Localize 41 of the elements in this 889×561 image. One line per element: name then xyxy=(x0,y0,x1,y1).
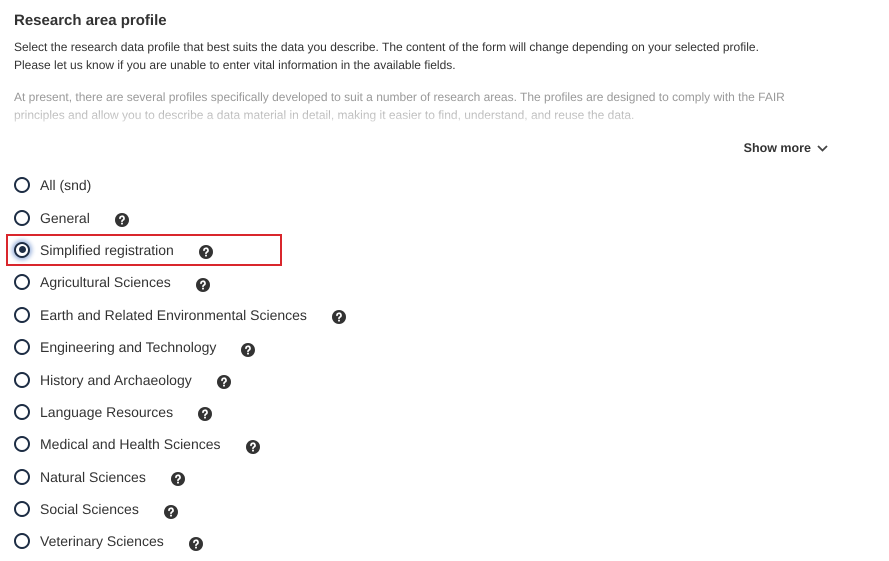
radio-label[interactable]: All (snd) xyxy=(40,177,92,194)
radio-label[interactable]: Earth and Related Environmental Sciences xyxy=(40,306,307,323)
help-icon[interactable] xyxy=(196,278,210,292)
radio-label[interactable]: Social Sciences xyxy=(40,501,139,518)
radio-button[interactable] xyxy=(14,177,30,194)
help-icon[interactable] xyxy=(241,342,256,357)
radio-button[interactable] xyxy=(14,436,30,452)
help-icon[interactable] xyxy=(170,472,185,486)
help-icon[interactable] xyxy=(114,213,129,228)
help-icon[interactable] xyxy=(198,245,213,260)
radio-button[interactable] xyxy=(14,533,30,550)
radio-button[interactable] xyxy=(14,339,30,356)
help-icon[interactable] xyxy=(198,407,212,422)
help-icon[interactable] xyxy=(164,504,178,519)
description-text: Select the research data profile that best suits the data you describe. The content of the form will change depending on your selected profile. xyxy=(14,39,760,56)
radio-label[interactable]: General xyxy=(40,210,90,226)
collapsed-text: At present, there are several profiles specifically developed to suit a number of research areas. The profiles are designed to comply with the FAIR principles and allow you to describe a data material in detail, making it easier to find, understand, and reuse the data. xyxy=(14,89,786,124)
radio-label[interactable]: Engineering and Technology xyxy=(40,339,216,356)
radio-button[interactable] xyxy=(14,210,30,226)
radio-button[interactable] xyxy=(14,468,30,485)
show-more-button[interactable]: Show more xyxy=(744,141,828,155)
radio-button[interactable] xyxy=(14,404,30,420)
radio-label[interactable]: Simplified registration xyxy=(40,242,174,258)
section-title: Research area profile xyxy=(14,12,168,29)
help-icon[interactable] xyxy=(216,375,231,390)
radio-label[interactable]: Agricultural Sciences xyxy=(40,274,171,290)
description-text: Please let us know if you are unable to enter vital information in the available fields. xyxy=(14,57,457,74)
radio-button[interactable] xyxy=(14,274,30,290)
radio-button[interactable] xyxy=(14,501,30,518)
radio-label[interactable]: Medical and Health Sciences xyxy=(40,436,221,452)
help-icon[interactable] xyxy=(188,536,203,551)
radio-button[interactable] xyxy=(14,242,30,258)
radio-button[interactable] xyxy=(14,372,30,388)
radio-button[interactable] xyxy=(14,306,30,323)
radio-label[interactable]: History and Archaeology xyxy=(40,372,192,388)
radio-label[interactable]: Natural Sciences xyxy=(40,468,146,485)
radio-label[interactable]: Veterinary Sciences xyxy=(40,533,164,550)
help-icon[interactable] xyxy=(246,440,260,454)
help-icon[interactable] xyxy=(332,310,346,324)
chevron-down-icon xyxy=(817,144,828,152)
radio-label[interactable]: Language Resources xyxy=(40,404,174,420)
